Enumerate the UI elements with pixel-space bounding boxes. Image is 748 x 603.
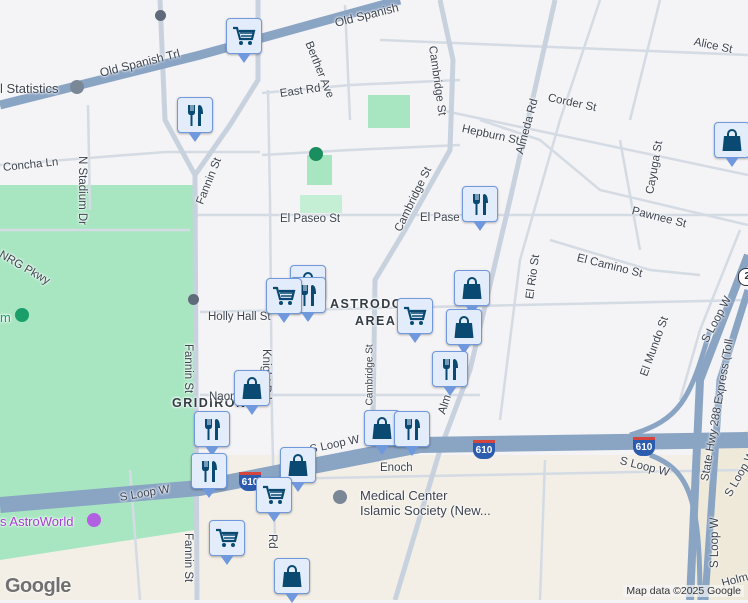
marker-restaurant[interactable]: [394, 411, 430, 456]
poi-label[interactable]: l Statistics: [0, 81, 59, 96]
poi-label[interactable]: m: [0, 310, 11, 325]
marker-grocery[interactable]: [209, 520, 245, 565]
marker-grocery[interactable]: [397, 298, 433, 343]
museum-icon[interactable]: [70, 80, 84, 94]
map-attribution[interactable]: Map data ©2025 Google: [623, 585, 744, 597]
street-label: Rd: [266, 534, 278, 549]
street-label: Fannin St: [182, 344, 194, 394]
marker-shopping[interactable]: [234, 370, 270, 415]
street-label: N Stadium Dr: [76, 156, 88, 226]
transit-icon[interactable]: [155, 10, 166, 21]
street-label: S Loop W: [709, 517, 721, 569]
street-label: Enoch: [380, 462, 413, 474]
marker-restaurant[interactable]: [462, 186, 498, 231]
amusement-park-icon[interactable]: [87, 513, 101, 527]
marker-restaurant[interactable]: [177, 97, 213, 142]
area-label-astrodome-2: AREA: [355, 314, 397, 328]
street-label: Cambridge St: [364, 344, 376, 406]
park-pin-icon[interactable]: [309, 147, 323, 161]
google-logo[interactable]: Google: [5, 575, 71, 598]
poi-label[interactable]: Medical Center: [360, 488, 447, 503]
poi-label[interactable]: s AstroWorld: [0, 514, 73, 529]
marker-shopping[interactable]: [274, 558, 310, 603]
mosque-icon[interactable]: [333, 490, 347, 504]
marker-shopping[interactable]: [454, 270, 490, 315]
marker-grocery[interactable]: [266, 278, 302, 323]
park: [300, 195, 342, 213]
stadium-icon[interactable]: [15, 308, 29, 322]
street-label: El Pase: [420, 212, 460, 224]
marker-grocery[interactable]: [256, 477, 292, 522]
park: [368, 95, 410, 128]
marker-restaurant[interactable]: [432, 351, 468, 396]
marker-shopping[interactable]: [446, 309, 482, 354]
street-label: El Paseo St: [280, 213, 341, 225]
interstate-610-shield: 610: [473, 440, 495, 459]
street-label: Holly Hall St: [208, 311, 271, 323]
interstate-610-shield: 610: [633, 437, 655, 456]
marker-grocery[interactable]: [226, 18, 262, 63]
street-label: Fannin St: [182, 533, 194, 583]
transit-icon[interactable]: [188, 294, 199, 305]
marker-shopping[interactable]: [714, 122, 748, 167]
marker-restaurant[interactable]: [194, 411, 230, 456]
marker-restaurant[interactable]: [191, 453, 227, 498]
hwy-288-shield: 28: [738, 268, 748, 286]
poi-label[interactable]: Islamic Society (New...: [360, 503, 491, 518]
